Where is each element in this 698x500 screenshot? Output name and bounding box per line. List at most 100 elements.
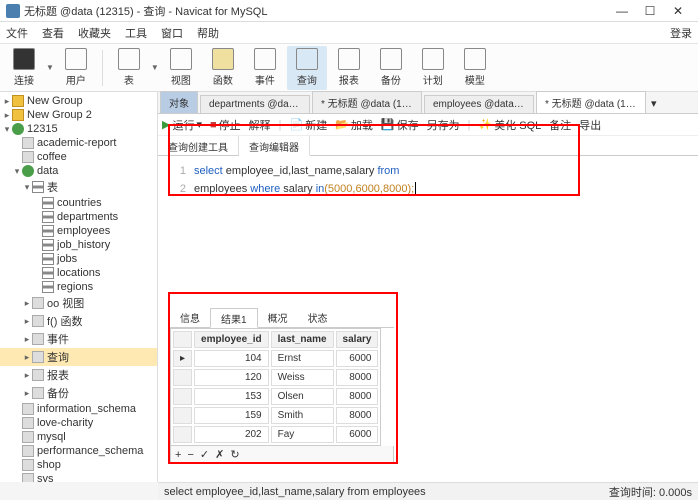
tree-item[interactable]: employees: [0, 224, 157, 238]
tree-item[interactable]: mysql: [0, 430, 157, 444]
app-icon: [6, 4, 20, 18]
tree-item[interactable]: jobs: [0, 252, 157, 266]
connect-button[interactable]: 连接: [4, 46, 44, 90]
menu-tools[interactable]: 工具: [125, 25, 147, 41]
maximize-button[interactable]: ☐: [636, 4, 664, 18]
tree-item[interactable]: ▾表: [0, 178, 157, 196]
table-row[interactable]: 153Olsen8000: [173, 388, 378, 405]
results-grid[interactable]: employee_idlast_namesalary ▸104Ernst6000…: [170, 328, 381, 446]
result-tab-result1[interactable]: 结果1: [210, 308, 258, 328]
minimize-button[interactable]: —: [608, 4, 636, 18]
tree-item[interactable]: love-charity: [0, 416, 157, 430]
tab-departments[interactable]: departments @data ...: [200, 95, 310, 113]
tree-item[interactable]: ▾12315: [0, 122, 157, 136]
table-row[interactable]: ▸104Ernst6000: [173, 350, 378, 367]
tree-item[interactable]: countries: [0, 196, 157, 210]
login-link[interactable]: 登录: [670, 25, 692, 41]
menu-help[interactable]: 帮助: [197, 25, 219, 41]
result-tab-status[interactable]: 状态: [298, 308, 338, 327]
commit-icon[interactable]: ✓: [200, 448, 209, 461]
tree-item[interactable]: academic-report: [0, 136, 157, 150]
table-row[interactable]: 159Smith8000: [173, 407, 378, 424]
query-icon: [296, 48, 318, 70]
menu-favorites[interactable]: 收藏夹: [78, 25, 111, 41]
menu-view[interactable]: 查看: [42, 25, 64, 41]
sql-editor[interactable]: 1select employee_id,last_name,salary fro…: [158, 156, 698, 204]
status-sql: select employee_id,last_name,salary from…: [164, 486, 426, 498]
tab-employees[interactable]: employees @data (...: [424, 95, 534, 113]
tree-item[interactable]: ▸备份: [0, 384, 157, 402]
plan-button[interactable]: 计划: [413, 46, 453, 90]
chevron-down-icon[interactable]: ▼: [46, 63, 54, 72]
tree-item[interactable]: shop: [0, 458, 157, 472]
tab-objects[interactable]: 对象: [160, 91, 198, 113]
play-icon: ▶: [162, 118, 170, 131]
menu-window[interactable]: 窗口: [161, 25, 183, 41]
table-row[interactable]: 120Weiss8000: [173, 369, 378, 386]
export-button[interactable]: 导出: [579, 117, 601, 133]
refresh-icon[interactable]: ↻: [230, 448, 239, 461]
function-icon: [212, 48, 234, 70]
tree-item[interactable]: performance_schema: [0, 444, 157, 458]
cancel-icon[interactable]: ✗: [215, 448, 224, 461]
tree-item[interactable]: ▾data: [0, 164, 157, 178]
status-time: 查询时间: 0.000s: [609, 484, 692, 500]
load-button[interactable]: 📂加载: [335, 117, 373, 133]
tree-item[interactable]: ▸oo 视图: [0, 294, 157, 312]
add-row-icon[interactable]: +: [175, 449, 181, 461]
tree-item[interactable]: departments: [0, 210, 157, 224]
tree-item[interactable]: regions: [0, 280, 157, 294]
window-title: 无标题 @data (12315) - 查询 - Navicat for MyS…: [24, 3, 608, 19]
grid-nav[interactable]: + − ✓ ✗ ↻: [170, 446, 394, 464]
subtab-builder[interactable]: 查询创建工具: [158, 136, 239, 155]
function-button[interactable]: 函数: [203, 46, 243, 90]
sidebar[interactable]: ▸New Group▸New Group 2▾12315academic-rep…: [0, 92, 158, 482]
view-icon: [170, 48, 192, 70]
save-button[interactable]: 💾保存: [381, 117, 419, 133]
menu-file[interactable]: 文件: [6, 25, 28, 41]
result-tab-summary[interactable]: 概况: [258, 308, 298, 327]
query-button[interactable]: 查询: [287, 46, 327, 90]
backup-icon: [380, 48, 402, 70]
tree-item[interactable]: ▸事件: [0, 330, 157, 348]
tree-item[interactable]: ▸New Group: [0, 94, 157, 108]
table-icon: [118, 48, 140, 70]
stop-icon: ■: [210, 119, 217, 131]
new-button[interactable]: 📄新建: [290, 117, 328, 133]
tab-untitled-2[interactable]: * 无标题 @data (12...: [536, 91, 646, 113]
tree-item[interactable]: locations: [0, 266, 157, 280]
subtab-editor[interactable]: 查询编辑器: [239, 136, 310, 156]
beautify-button[interactable]: ✨美化 SQL: [478, 117, 541, 133]
remark-button[interactable]: 备注: [549, 117, 571, 133]
event-button[interactable]: 事件: [245, 46, 285, 90]
table-button[interactable]: 表: [109, 46, 149, 90]
explain-button[interactable]: 解释: [249, 117, 271, 133]
view-button[interactable]: 视图: [161, 46, 201, 90]
run-button[interactable]: ▶运行 ▾: [162, 117, 202, 133]
stop-button[interactable]: ■停止: [210, 117, 241, 133]
backup-button[interactable]: 备份: [371, 46, 411, 90]
calendar-icon: [422, 48, 444, 70]
user-button[interactable]: 用户: [56, 46, 96, 90]
report-icon: [338, 48, 360, 70]
remove-row-icon[interactable]: −: [187, 449, 193, 461]
tree-item[interactable]: job_history: [0, 238, 157, 252]
result-tab-info[interactable]: 信息: [170, 308, 210, 327]
chevron-down-icon[interactable]: ▼: [151, 63, 159, 72]
model-icon: [464, 48, 486, 70]
tree-item[interactable]: ▸报表: [0, 366, 157, 384]
tree-item[interactable]: sys: [0, 472, 157, 482]
tab-untitled-1[interactable]: * 无标题 @data (12...: [312, 91, 422, 113]
table-row[interactable]: 202Fay6000: [173, 426, 378, 443]
tree-item[interactable]: coffee: [0, 150, 157, 164]
text-cursor: [415, 182, 416, 196]
saveas-button[interactable]: 另存为: [427, 117, 460, 133]
tree-item[interactable]: ▸查询: [0, 348, 157, 366]
tree-item[interactable]: ▸f() 函数: [0, 312, 157, 330]
tree-item[interactable]: information_schema: [0, 402, 157, 416]
close-button[interactable]: ✕: [664, 4, 692, 18]
report-button[interactable]: 报表: [329, 46, 369, 90]
tabs-dropdown-icon[interactable]: ▾: [648, 94, 660, 113]
model-button[interactable]: 模型: [455, 46, 495, 90]
tree-item[interactable]: ▸New Group 2: [0, 108, 157, 122]
